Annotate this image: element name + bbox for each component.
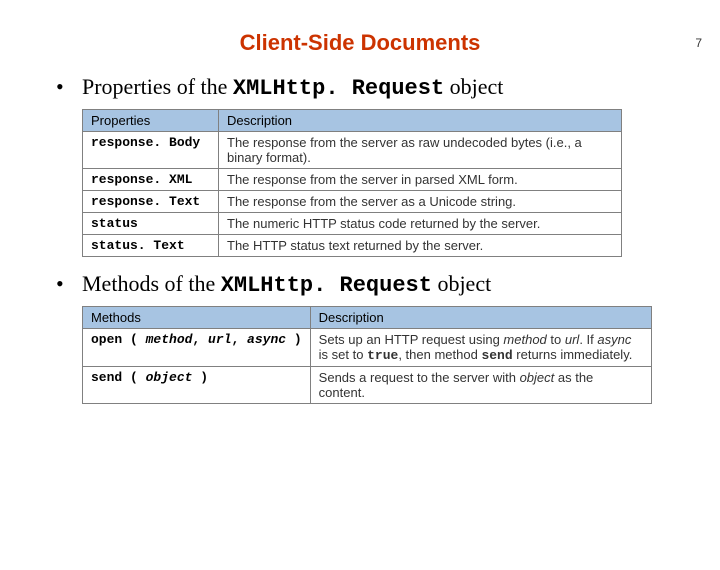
property-desc: The response from the server as raw unde…	[219, 132, 622, 169]
methods-col1-header: Methods	[83, 307, 311, 329]
bullet2-suffix: object	[432, 271, 491, 296]
table-row: open ( method, url, async ) Sets up an H…	[83, 329, 652, 367]
methods-col2-header: Description	[310, 307, 651, 329]
bullet-properties: • Properties of the XMLHttp. Request obj…	[56, 74, 660, 101]
property-desc: The HTTP status text returned by the ser…	[219, 235, 622, 257]
bullet-dot-icon: •	[56, 271, 82, 297]
property-name: status. Text	[83, 235, 219, 257]
methods-table: Methods Description open ( method, url, …	[82, 306, 652, 404]
table-header-row: Properties Description	[83, 110, 622, 132]
table-row: status. Text The HTTP status text return…	[83, 235, 622, 257]
bullet-dot-icon: •	[56, 74, 82, 100]
properties-col2-header: Description	[219, 110, 622, 132]
bullet1-obj: XMLHttp. Request	[233, 76, 444, 101]
property-name: status	[83, 213, 219, 235]
page-number: 7	[695, 36, 702, 50]
bullet2-prefix: Methods of the	[82, 271, 221, 296]
properties-col1-header: Properties	[83, 110, 219, 132]
property-desc: The response from the server in parsed X…	[219, 169, 622, 191]
table-row: response. Body The response from the ser…	[83, 132, 622, 169]
bullet1-prefix: Properties of the	[82, 74, 233, 99]
properties-table: Properties Description response. Body Th…	[82, 109, 622, 257]
method-signature: open ( method, url, async )	[83, 329, 311, 367]
property-desc: The numeric HTTP status code returned by…	[219, 213, 622, 235]
bullet1-suffix: object	[444, 74, 503, 99]
page-title: Client-Side Documents	[0, 30, 720, 56]
property-name: response. Body	[83, 132, 219, 169]
table-row: send ( object ) Sends a request to the s…	[83, 367, 652, 404]
bullet-methods: • Methods of the XMLHttp. Request object	[56, 271, 660, 298]
bullet2-obj: XMLHttp. Request	[221, 273, 432, 298]
table-header-row: Methods Description	[83, 307, 652, 329]
method-desc: Sets up an HTTP request using method to …	[310, 329, 651, 367]
property-name: response. Text	[83, 191, 219, 213]
table-row: response. Text The response from the ser…	[83, 191, 622, 213]
table-row: response. XML The response from the serv…	[83, 169, 622, 191]
property-desc: The response from the server as a Unicod…	[219, 191, 622, 213]
table-row: status The numeric HTTP status code retu…	[83, 213, 622, 235]
property-name: response. XML	[83, 169, 219, 191]
method-desc: Sends a request to the server with objec…	[310, 367, 651, 404]
method-signature: send ( object )	[83, 367, 311, 404]
